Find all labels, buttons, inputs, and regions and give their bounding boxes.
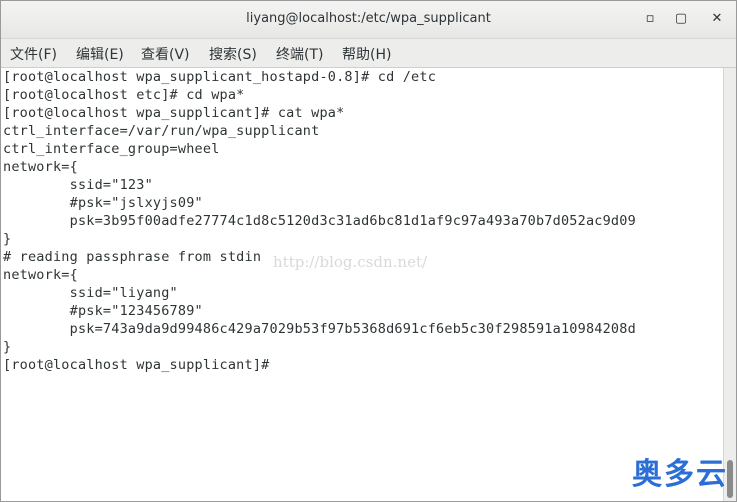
brand-logo: 奥多云 xyxy=(632,457,728,492)
terminal-window: liyang@localhost:/etc/wpa_supplicant ▫ ▢… xyxy=(0,0,737,502)
terminal-line: ctrl_interface=/var/run/wpa_supplicant xyxy=(3,123,320,139)
terminal-line: ctrl_interface_group=wheel xyxy=(3,141,220,157)
terminal-line: #psk="123456789" xyxy=(3,303,203,319)
menu-edit[interactable]: 编辑(E) xyxy=(76,44,124,64)
terminal-line: [root@localhost wpa_supplicant]# xyxy=(3,357,278,373)
menu-bar: 文件(F) 编辑(E) 查看(V) 搜索(S) 终端(T) 帮助(H) xyxy=(1,39,736,68)
terminal-line: [root@localhost wpa_supplicant_hostapd-0… xyxy=(3,69,437,85)
terminal-line: ssid="liyang" xyxy=(3,285,178,301)
terminal-line: network={ xyxy=(3,159,78,175)
terminal-line: ssid="123" xyxy=(3,177,153,193)
terminal-line: } xyxy=(3,339,12,355)
menu-search[interactable]: 搜索(S) xyxy=(209,44,257,64)
terminal-line: } xyxy=(3,231,12,247)
terminal-line: network={ xyxy=(3,267,78,283)
terminal-line: [root@localhost wpa_supplicant]# cat wpa… xyxy=(3,105,345,121)
terminal-output[interactable]: [root@localhost wpa_supplicant_hostapd-0… xyxy=(1,68,724,501)
terminal-line: psk=743a9da9d99486c429a7029b53f97b5368d6… xyxy=(3,321,636,337)
watermark-text: http://blog.csdn.net/ xyxy=(273,253,428,271)
terminal-line: # reading passphrase from stdin xyxy=(3,249,262,265)
close-icon[interactable]: ✕ xyxy=(708,10,726,28)
menu-help[interactable]: 帮助(H) xyxy=(342,44,391,64)
minimize-icon[interactable]: ▫ xyxy=(641,10,659,28)
title-bar[interactable]: liyang@localhost:/etc/wpa_supplicant ▫ ▢… xyxy=(1,1,736,39)
maximize-icon[interactable]: ▢ xyxy=(672,10,690,28)
terminal-line: #psk="jslxyjs09" xyxy=(3,195,203,211)
vertical-scrollbar[interactable] xyxy=(723,68,736,501)
terminal-line: [root@localhost etc]# cd wpa* xyxy=(3,87,245,103)
menu-file[interactable]: 文件(F) xyxy=(10,44,57,64)
terminal-line: psk=3b95f00adfe27774c1d8c5120d3c31ad6bc8… xyxy=(3,213,636,229)
menu-view[interactable]: 查看(V) xyxy=(141,44,190,64)
window-title: liyang@localhost:/etc/wpa_supplicant xyxy=(246,11,491,26)
menu-terminal[interactable]: 终端(T) xyxy=(276,44,323,64)
